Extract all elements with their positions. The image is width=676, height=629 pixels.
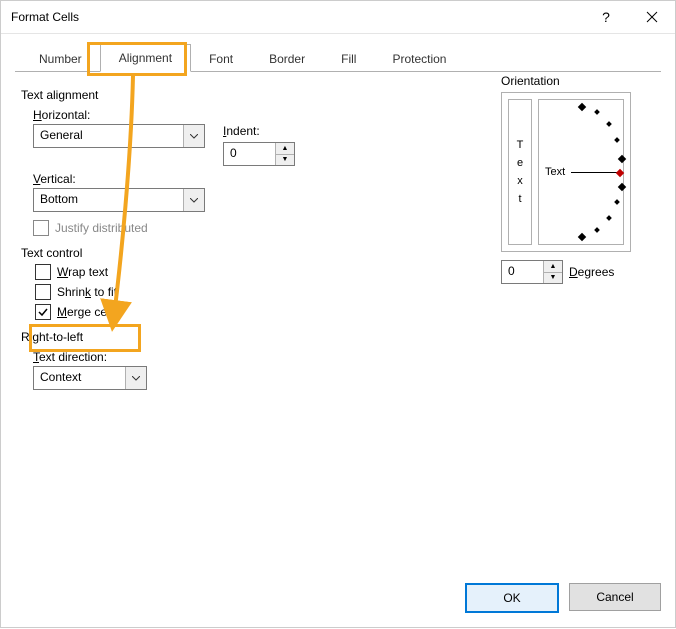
dialog-body: Number Alignment Font Border Fill Protec… <box>1 34 675 584</box>
orientation-line <box>571 172 617 173</box>
close-button[interactable] <box>629 1 675 33</box>
tab-content: Text alignment Horizontal: General Inden… <box>15 72 661 584</box>
group-orientation: Orientation T e x t Text <box>501 74 651 284</box>
tab-fill[interactable]: Fill <box>323 46 374 72</box>
checkbox-wrap-text[interactable] <box>35 264 51 280</box>
chevron-down-icon <box>125 367 146 389</box>
chevron-down-icon <box>183 189 204 211</box>
orientation-control[interactable]: T e x t Text <box>501 92 631 252</box>
combo-vertical[interactable]: Bottom <box>33 188 205 212</box>
checkbox-merge-cells[interactable] <box>35 304 51 320</box>
tab-alignment[interactable]: Alignment <box>100 44 191 72</box>
tab-protection[interactable]: Protection <box>374 46 464 72</box>
orientation-dial-label: Text <box>545 166 565 178</box>
combo-horizontal-value: General <box>34 125 183 147</box>
dialog-footer: OK Cancel <box>465 583 661 613</box>
spinner-indent[interactable]: 0 ▲ ▼ <box>223 142 295 166</box>
spinner-degrees-buttons[interactable]: ▲ ▼ <box>543 261 562 283</box>
triangle-down-icon: ▼ <box>544 272 562 284</box>
chevron-down-icon <box>183 125 204 147</box>
combo-text-direction-value: Context <box>34 367 125 389</box>
tab-number[interactable]: Number <box>21 46 100 72</box>
label-justify-distributed: Justify distributed <box>55 221 148 235</box>
triangle-down-icon: ▼ <box>276 154 294 166</box>
check-icon <box>38 307 48 317</box>
spinner-indent-buttons[interactable]: ▲ ▼ <box>275 143 294 165</box>
triangle-up-icon: ▲ <box>276 143 294 154</box>
spinner-degrees-value: 0 <box>502 261 543 283</box>
label-indent: Indent: <box>223 124 295 138</box>
titlebar: Format Cells ? <box>1 1 675 34</box>
tab-row: Number Alignment Font Border Fill Protec… <box>21 44 661 72</box>
label-wrap-text: Wrap text <box>57 265 108 279</box>
orientation-vertical-text[interactable]: T e x t <box>508 99 532 245</box>
combo-text-direction[interactable]: Context <box>33 366 147 390</box>
label-shrink-to-fit: Shrink to fit <box>57 285 117 299</box>
cancel-button[interactable]: Cancel <box>569 583 661 611</box>
label-merge-cells: Merge cells <box>57 305 118 319</box>
label-text-direction: Text direction: <box>33 350 655 364</box>
triangle-up-icon: ▲ <box>544 261 562 272</box>
combo-vertical-value: Bottom <box>34 189 183 211</box>
tab-font[interactable]: Font <box>191 46 251 72</box>
close-icon <box>646 11 658 23</box>
tab-border[interactable]: Border <box>251 46 323 72</box>
checkbox-justify-distributed <box>33 220 49 236</box>
group-right-to-left: Right-to-left <box>21 330 655 344</box>
combo-horizontal[interactable]: General <box>33 124 205 148</box>
spinner-degrees[interactable]: 0 ▲ ▼ <box>501 260 563 284</box>
format-cells-dialog: Format Cells ? Number Alignment Font Bor… <box>0 0 676 628</box>
ok-button[interactable]: OK <box>465 583 559 613</box>
label-degrees: Degrees <box>569 265 614 279</box>
orientation-dial[interactable]: Text <box>538 99 624 245</box>
spinner-indent-value: 0 <box>224 143 275 165</box>
help-button[interactable]: ? <box>583 1 629 33</box>
label-orientation: Orientation <box>501 74 651 88</box>
checkbox-shrink-to-fit[interactable] <box>35 284 51 300</box>
window-title: Format Cells <box>11 10 583 24</box>
